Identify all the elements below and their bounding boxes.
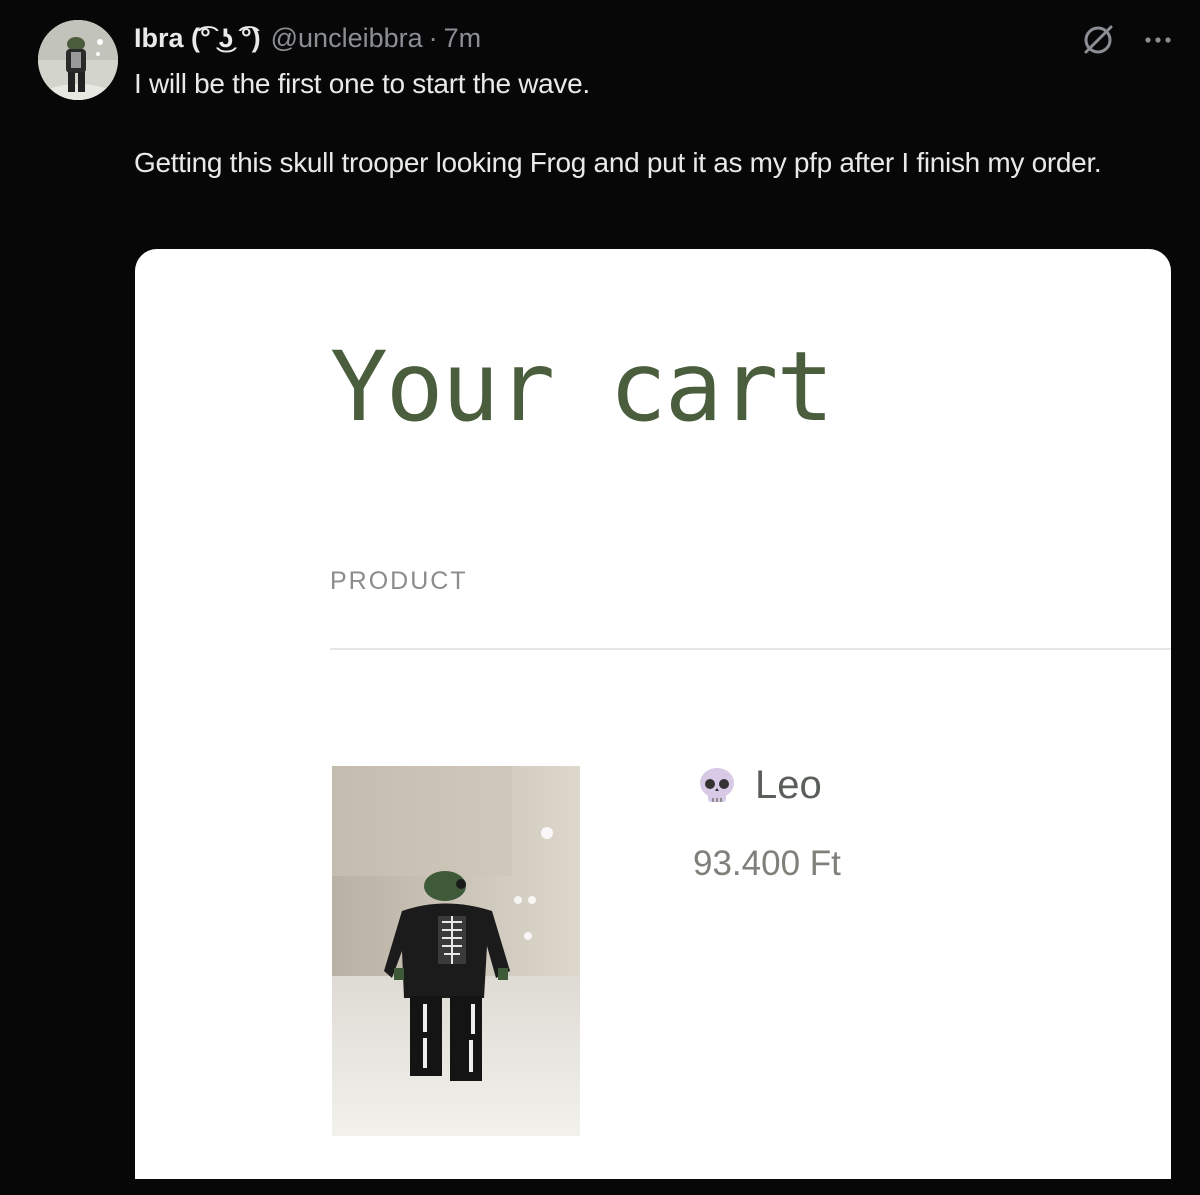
skull-icon <box>695 766 739 806</box>
tweet-text-line: Getting this skull trooper looking Frog … <box>134 147 1102 178</box>
avatar[interactable] <box>38 20 118 100</box>
tweet-media-screenshot[interactable]: Your cart PRODUCT Leo 93.400 Ft <box>135 249 1171 1179</box>
product-name-row[interactable]: Leo <box>695 763 822 808</box>
separator-dot: · <box>428 22 438 53</box>
avatar-frog-image <box>38 20 118 100</box>
tweet: Ibra (͡° ͜ʖ ͡°) @uncleibbra · 7m I will … <box>0 0 1200 1195</box>
tweet-header: Ibra (͡° ͜ʖ ͡°) @uncleibbra · 7m <box>134 20 481 56</box>
tweet-actions-top <box>1080 22 1172 58</box>
product-column-header: PRODUCT <box>330 567 468 595</box>
tweet-text-line: I will be the first one to start the wav… <box>134 68 590 99</box>
timestamp[interactable]: 7m <box>444 23 482 54</box>
user-handle[interactable]: @uncleibbra <box>271 23 423 54</box>
tweet-text: I will be the first one to start the wav… <box>134 64 1164 183</box>
cart-title: Your cart <box>330 331 834 443</box>
grok-icon[interactable] <box>1080 22 1116 58</box>
display-name[interactable]: Ibra (͡° ͜ʖ ͡°) <box>134 23 261 54</box>
product-name: Leo <box>755 763 822 807</box>
divider <box>330 648 1171 650</box>
product-price: 93.400 Ft <box>693 844 841 883</box>
more-options-icon[interactable] <box>1144 35 1172 45</box>
product-image[interactable] <box>332 766 580 1136</box>
